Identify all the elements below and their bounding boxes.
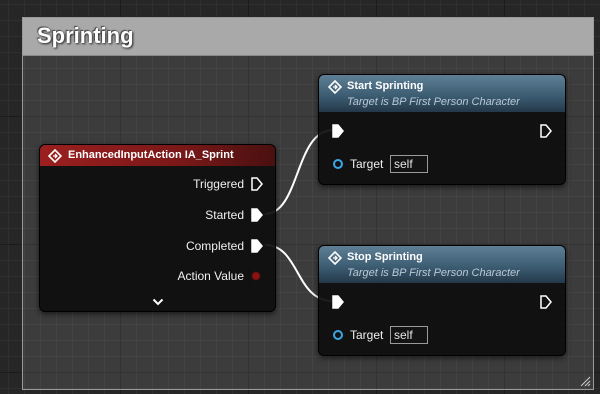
stop-node-title: Stop Sprinting [347,251,423,263]
pin-label-action-value: Action Value [177,269,245,283]
action-value-pin-icon[interactable] [250,270,262,282]
event-diamond-icon [48,149,62,163]
function-icon [328,251,342,265]
target-default-value[interactable]: self [390,326,428,344]
stop-node-header: Stop Sprinting Target is BP First Person… [319,246,565,283]
chevron-down-icon[interactable] [152,298,164,306]
exec-pin-triggered-icon[interactable] [251,177,263,191]
pin-label-started: Started [205,208,244,222]
event-node-title: EnhancedInputAction IA_Sprint [68,149,234,161]
blueprint-graph-canvas[interactable]: Sprinting EnhancedInputAction IA_Sprint … [0,0,600,394]
target-pin-icon[interactable] [332,329,344,341]
exec-in-pin-icon[interactable] [332,295,344,309]
start-node-title: Start Sprinting [347,80,424,92]
exec-out-pin-icon[interactable] [540,124,552,138]
exec-in-pin-icon[interactable] [332,124,344,138]
start-node-header: Start Sprinting Target is BP First Perso… [319,75,565,112]
exec-out-pin-icon[interactable] [540,295,552,309]
function-icon [328,80,342,94]
target-pin-icon[interactable] [332,158,344,170]
exec-pin-started-icon[interactable] [251,208,263,222]
event-node-header: EnhancedInputAction IA_Sprint [40,145,275,166]
event-node-ia-sprint[interactable]: EnhancedInputAction IA_Sprint Triggered … [39,144,276,312]
function-node-start-sprinting[interactable]: Start Sprinting Target is BP First Perso… [318,74,566,185]
pin-label-triggered: Triggered [193,177,244,191]
pin-label-completed: Completed [185,239,244,253]
function-node-stop-sprinting[interactable]: Stop Sprinting Target is BP First Person… [318,245,566,356]
target-label: Target [350,157,384,171]
start-node-subtitle: Target is BP First Person Character [347,96,520,108]
stop-node-subtitle: Target is BP First Person Character [347,267,520,279]
target-label: Target [350,328,384,342]
target-default-value[interactable]: self [390,155,428,173]
exec-pin-completed-icon[interactable] [251,239,263,253]
